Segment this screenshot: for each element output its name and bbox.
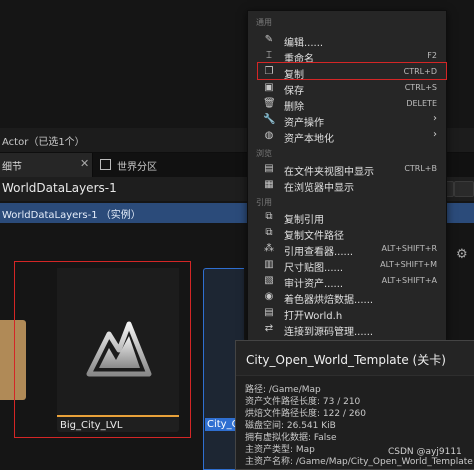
menu-item-label: 着色器烘焙数据......: [284, 295, 374, 306]
menu-item-shortcut: ALT+SHIFT+A: [381, 276, 437, 285]
audit-icon: ▧: [264, 275, 274, 286]
menu-item-label: 尺寸贴图......: [284, 263, 344, 274]
gear-icon[interactable]: ⚙: [456, 247, 468, 262]
pencil-icon: ✎: [264, 34, 274, 45]
wrench-icon: 🔧: [263, 114, 276, 125]
menu-item-label: 资产操作: [284, 118, 324, 129]
menu-item-label: 资产本地化: [284, 134, 334, 145]
menu-item-label: 连接到源码管理......: [284, 327, 374, 338]
menu-item-audit-assets[interactable]: ▧ 审计资产...... ALT+SHIFT+A: [248, 273, 446, 290]
menu-item-shortcut: ALT+SHIFT+M: [380, 260, 437, 269]
tab-world-partition-label: 世界分区: [117, 162, 157, 173]
explorer-icon: ▦: [264, 179, 274, 190]
source-control-icon: ⇄: [264, 323, 274, 334]
actor-selection-label: Actor（已选1个）: [2, 137, 85, 148]
tooltip-header: City_Open_World_Template (关卡): [236, 341, 474, 376]
watermark: CSDN @ayj9111: [388, 447, 462, 457]
highlight-box-menu-duplicate: [257, 62, 447, 80]
menu-section-common: 通用: [256, 18, 272, 27]
menu-item-label: 审计资产......: [284, 279, 344, 290]
context-menu: 通用 ✎ 编辑...... ⌶ 重命名 F2 ❐ 复制 CTRL+D ▣ 保存 …: [247, 10, 447, 342]
menu-section-references: 引用: [256, 198, 272, 207]
menu-item-label: 编辑......: [284, 38, 324, 49]
menu-item-show-in-folder-view[interactable]: ▤ 在文件夹视图中显示 CTRL+B: [248, 161, 446, 178]
save-icon: ▣: [264, 82, 274, 93]
menu-item-shortcut: CTRL+B: [404, 164, 437, 173]
menu-item-label: 复制引用: [284, 215, 324, 226]
tab-world-partition[interactable]: 世界分区: [100, 153, 240, 177]
tab-details[interactable]: 细节 ✕: [0, 153, 93, 177]
menu-item-asset-actions[interactable]: 🔧 资产操作 ›: [248, 112, 446, 129]
menu-item-save[interactable]: ▣ 保存 CTRL+S: [248, 80, 446, 97]
menu-item-shortcut: ALT+SHIFT+R: [381, 244, 437, 253]
chevron-right-icon: ›: [433, 129, 437, 140]
rename-icon: ⌶: [266, 50, 272, 61]
shader-icon: ◉: [264, 291, 274, 302]
menu-item-shortcut: F2: [427, 51, 437, 60]
menu-item-label: 在文件夹视图中显示: [284, 167, 374, 178]
menu-item-label: 引用查看器......: [284, 247, 354, 258]
details-object-name: WorldDataLayers-1: [2, 181, 117, 195]
menu-item-label: 保存: [284, 86, 304, 97]
menu-item-connect-source-control[interactable]: ⇄ 连接到源码管理......: [248, 321, 446, 338]
menu-item-label: 打开World.h: [284, 311, 343, 322]
highlight-box-asset: [14, 261, 191, 438]
menu-item-label: 复制文件路径: [284, 231, 344, 242]
menu-item-open-world-header[interactable]: ▤ 打开World.h: [248, 305, 446, 322]
menu-item-size-map[interactable]: ▥ 尺寸贴图...... ALT+SHIFT+M: [248, 257, 446, 274]
menu-item-delete[interactable]: 🗑 删除 DELETE: [248, 96, 446, 113]
menu-item-copy-reference[interactable]: ⧉ 复制引用: [248, 209, 446, 226]
details-instance-name: WorldDataLayers-1 （实例）: [2, 210, 141, 221]
chevron-right-icon: ›: [433, 113, 437, 124]
globe-icon: ◍: [264, 130, 274, 141]
world-partition-icon: [100, 159, 111, 170]
copy-path-icon: ⧉: [265, 227, 273, 238]
menu-item-reference-viewer[interactable]: ⁂ 引用查看器...... ALT+SHIFT+R: [248, 241, 446, 258]
menu-section-browse: 浏览: [256, 149, 272, 158]
menu-item-asset-localization[interactable]: ◍ 资产本地化 ›: [248, 128, 446, 145]
close-icon[interactable]: ✕: [80, 157, 89, 170]
tooltip-title: City_Open_World_Template (关卡): [246, 353, 446, 367]
menu-item-copy-file-path[interactable]: ⧉ 复制文件路径: [248, 225, 446, 242]
menu-item-label: 删除: [284, 102, 304, 113]
copy-ref-icon: ⧉: [265, 211, 273, 222]
menu-item-edit[interactable]: ✎ 编辑......: [248, 32, 446, 49]
reference-viewer-icon: ⁂: [264, 243, 274, 254]
menu-item-label: 在浏览器中显示: [284, 183, 354, 194]
menu-item-shader-cook-data[interactable]: ◉ 着色器烘焙数据......: [248, 289, 446, 306]
menu-item-shortcut: DELETE: [406, 99, 437, 108]
menu-item-show-in-explorer[interactable]: ▦ 在浏览器中显示: [248, 177, 446, 194]
folder-view-icon: ▤: [264, 163, 274, 174]
size-map-icon: ▥: [264, 259, 274, 270]
trash-icon: 🗑: [263, 98, 276, 109]
menu-item-shortcut: CTRL+S: [404, 83, 437, 92]
details-lock-button[interactable]: [454, 181, 474, 197]
tab-details-label: 细节: [2, 162, 22, 173]
header-file-icon: ▤: [264, 307, 274, 318]
